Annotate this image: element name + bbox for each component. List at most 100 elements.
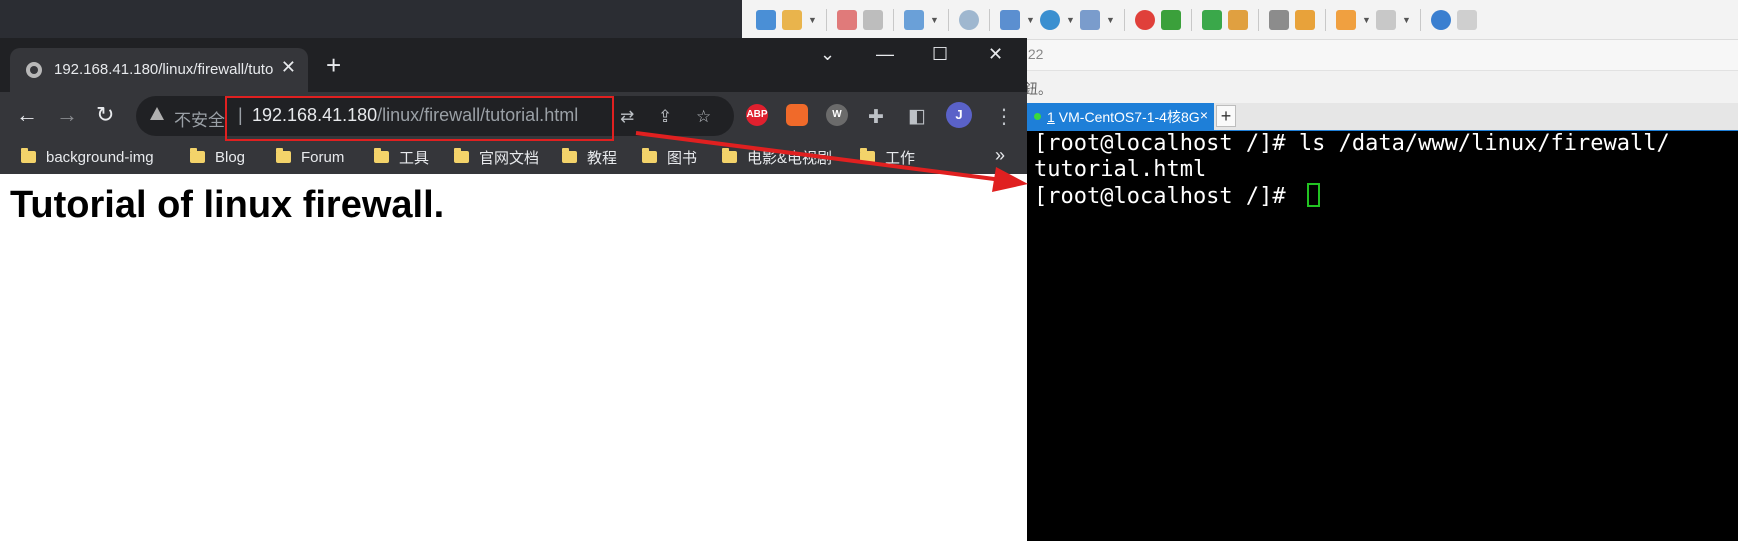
extensions-puzzle-icon[interactable]: ✚ <box>868 106 884 129</box>
find-icon[interactable] <box>959 9 979 30</box>
add-session-button[interactable]: + <box>1216 105 1236 127</box>
toolbar-divider <box>893 8 894 31</box>
tab-strip: 192.168.41.180/linux/firewall/tutorial.h… <box>0 38 1027 92</box>
session-tab-number: 1 <box>1047 108 1055 125</box>
disconnect-icon[interactable] <box>837 9 857 30</box>
info-text: 鈕。 <box>1024 81 1052 97</box>
chevron-down-icon[interactable]: ▼ <box>1402 10 1411 30</box>
close-icon[interactable]: × <box>1200 107 1208 123</box>
close-icon[interactable]: ✕ <box>281 57 296 78</box>
font-icon[interactable] <box>1080 9 1100 30</box>
bookmark-label: 官网文档 <box>479 149 540 167</box>
open-folder-icon[interactable] <box>782 9 802 30</box>
bookmark-folder[interactable]: 工作 <box>860 146 915 168</box>
security-label[interactable]: 不安全 <box>174 106 225 131</box>
bookmark-label: 图书 <box>667 149 698 167</box>
rss-extension-icon[interactable] <box>786 104 808 126</box>
bookmarks-bar: background-img Blog Forum 工具 官网文档 教程 图书 … <box>0 140 1027 175</box>
terminal-line: tutorial.html <box>1034 157 1207 182</box>
chevron-down-icon[interactable]: ▼ <box>1106 10 1115 30</box>
terminal-cursor <box>1306 183 1320 207</box>
bookmark-folder[interactable]: 电影&电视剧 <box>722 146 832 168</box>
session-tab-bar: 1 VM-CentOS7-1-4核8G × + <box>1026 103 1738 132</box>
new-tab-group-icon[interactable] <box>1336 9 1356 30</box>
bookmark-folder[interactable]: 官网文档 <box>454 146 539 168</box>
folder-icon <box>642 148 657 163</box>
bookmark-label: 工作 <box>885 149 916 167</box>
fullscreen-icon[interactable] <box>1202 9 1222 30</box>
lock-icon[interactable] <box>1228 9 1248 30</box>
reconnect-icon[interactable] <box>863 9 883 30</box>
bookmark-label: 教程 <box>587 149 618 167</box>
folder-icon <box>190 148 205 163</box>
share-icon[interactable]: ⇪ <box>658 107 672 127</box>
desktop-background <box>0 0 742 40</box>
reload-button[interactable]: ↻ <box>96 102 114 128</box>
help-icon[interactable] <box>1431 9 1451 30</box>
new-session-icon[interactable] <box>756 9 776 30</box>
warning-icon[interactable] <box>150 107 164 120</box>
tab-search-button[interactable]: ⌄ <box>820 44 835 65</box>
browser-tab[interactable]: 192.168.41.180/linux/firewall/tutorial.h… <box>10 48 308 92</box>
terminal-output[interactable]: [root@localhost /]# ls /data/www/linux/f… <box>1026 131 1738 541</box>
bookmark-folder[interactable]: background-img <box>21 146 154 168</box>
bookmark-folder[interactable]: Blog <box>190 146 245 168</box>
adblock-icon[interactable]: ABP <box>746 104 768 126</box>
chevron-down-icon[interactable]: ▼ <box>1026 10 1035 30</box>
chevron-down-icon[interactable]: ▼ <box>808 10 817 30</box>
toolbar-divider <box>989 8 990 31</box>
new-tab-button[interactable]: + <box>326 52 341 78</box>
url-highlight-box <box>225 96 614 141</box>
translate-icon[interactable]: ⇄ <box>620 107 634 127</box>
toolbar-divider <box>1191 8 1192 31</box>
close-window-button[interactable]: ✕ <box>988 44 1003 65</box>
bookmark-folder[interactable]: 图书 <box>642 146 697 168</box>
bookmark-label: 工具 <box>399 149 430 167</box>
chevron-down-icon[interactable]: ▼ <box>930 10 939 30</box>
terminal-prompt: [root@localhost /]# <box>1034 184 1299 209</box>
side-panel-icon[interactable]: ◧ <box>908 105 926 128</box>
profile-avatar[interactable]: J <box>946 102 972 128</box>
folder-icon <box>860 148 875 163</box>
bookmark-label: Forum <box>301 148 345 166</box>
panel-icon[interactable] <box>1376 9 1396 30</box>
back-button[interactable]: ← <box>16 102 38 128</box>
terminal-toolbar: ▼ ▼ ▼ ▼ ▼ ▼ ▼ <box>742 0 1738 40</box>
chevron-down-icon[interactable]: ▼ <box>1066 10 1075 30</box>
bookmark-star-icon[interactable]: ☆ <box>696 107 711 127</box>
chevron-down-icon[interactable]: ▼ <box>1362 10 1371 30</box>
chat-icon[interactable] <box>1457 9 1477 30</box>
toolbar-divider <box>1124 8 1125 31</box>
page-content: Tutorial of linux firewall. <box>0 174 1027 541</box>
highlight-icon[interactable] <box>1295 9 1315 30</box>
globe-icon[interactable] <box>1040 9 1060 30</box>
bookmark-label: Blog <box>215 148 246 166</box>
bookmark-folder[interactable]: 教程 <box>562 146 617 168</box>
keyboard-icon[interactable] <box>1269 9 1289 30</box>
terminal-prompt-line: [root@localhost /]# <box>1034 183 1320 210</box>
folder-icon <box>562 148 577 163</box>
folder-icon <box>276 148 291 163</box>
session-tab-label: VM-CentOS7-1-4核8G <box>1058 108 1200 125</box>
forward-button[interactable]: → <box>56 102 78 128</box>
toolbar-divider <box>948 8 949 31</box>
session-tab[interactable]: 1 VM-CentOS7-1-4核8G × <box>1026 103 1214 130</box>
bookmark-folder[interactable]: Forum <box>276 146 344 168</box>
xshell-icon[interactable] <box>1135 9 1155 30</box>
more-bookmarks-button[interactable]: » <box>995 145 1005 166</box>
bookmark-folder[interactable]: 工具 <box>374 146 429 168</box>
bookmark-label: 电影&电视剧 <box>747 149 833 167</box>
tab-title: 192.168.41.180/linux/firewall/tutorial.h… <box>54 61 274 78</box>
xftp-icon[interactable] <box>1161 9 1181 30</box>
folder-icon <box>722 148 737 163</box>
minimize-button[interactable]: — <box>876 44 894 65</box>
connected-status-icon <box>1034 113 1041 120</box>
menu-icon[interactable]: ⋮ <box>994 104 1014 129</box>
toolbar-divider <box>1325 8 1326 31</box>
w-extension-icon[interactable]: W <box>826 104 848 126</box>
layout-icon[interactable] <box>1000 9 1020 30</box>
maximize-button[interactable]: ☐ <box>932 44 948 65</box>
bookmark-label: background-img <box>46 148 154 166</box>
toolbar-divider <box>1420 8 1421 31</box>
properties-icon[interactable] <box>904 9 924 30</box>
